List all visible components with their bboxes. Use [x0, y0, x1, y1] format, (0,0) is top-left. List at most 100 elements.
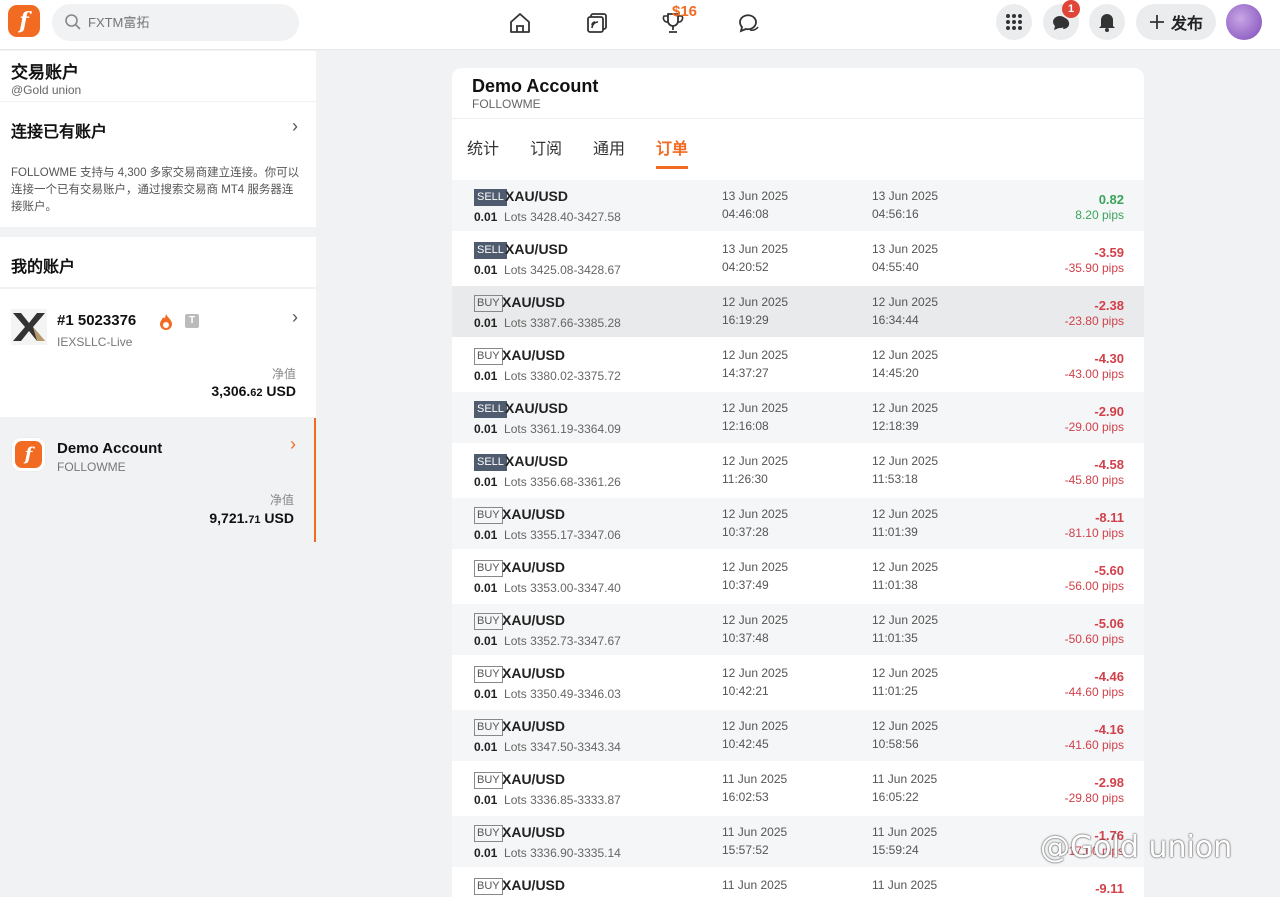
order-row[interactable]: BUY XAU/USD 0.01 Lots 3380.02-3375.72 12 Ju… — [452, 339, 1144, 390]
account-name: Demo Account — [57, 440, 163, 457]
order-lots: 0.01 Lots 3425.08-3428.67 — [474, 263, 621, 277]
tab-general[interactable]: 通用 — [593, 135, 625, 159]
close-time: 12 Jun 2025 16:34:44 — [872, 295, 939, 327]
account-item-live[interactable]: #1 5023376 T › IEXSLLC-Live 净值 3,306.62 … — [0, 289, 316, 417]
order-row[interactable]: BUY XAU/USD 0.01 Lots 3355.17-3347.06 12 Ju… — [452, 498, 1144, 549]
connect-account-card[interactable]: 连接已有账户 › FOLLOWME 支持与 4,300 多家交易商建立连接。你可… — [0, 102, 316, 227]
order-profit: -3.59 — [1094, 245, 1124, 260]
order-profit: -5.60 — [1094, 563, 1124, 578]
user-avatar[interactable] — [1226, 4, 1262, 40]
order-row[interactable]: BUY XAU/USD 0.01 Lots 3352.73-3347.67 12 Ju… — [452, 604, 1144, 655]
account-item-demo[interactable]: f Demo Account › FOLLOWME 净值 9,721.71 US… — [0, 418, 316, 542]
order-symbol: XAU/USD — [502, 294, 566, 310]
bell-icon — [1099, 14, 1115, 32]
open-time: 12 Jun 2025 12:16:08 — [722, 401, 789, 433]
search-input[interactable] — [88, 12, 288, 32]
open-time: 13 Jun 2025 04:46:08 — [722, 189, 789, 221]
order-lots: 0.01 Lots 3380.02-3375.72 — [474, 369, 621, 383]
apps-button[interactable] — [996, 4, 1032, 40]
user-handle: @Gold union — [11, 83, 82, 97]
order-side-badge: BUY — [474, 772, 503, 789]
order-pips: -81.10 pips — [1064, 526, 1124, 540]
order-pips: -43.00 pips — [1064, 367, 1124, 381]
order-side-badge: BUY — [474, 348, 503, 365]
close-time: 12 Jun 2025 11:01:25 — [872, 666, 939, 698]
order-lots: 0.01 Lots 3353.00-3347.40 — [474, 581, 621, 595]
order-profit: -2.98 — [1094, 775, 1124, 790]
order-profit: -4.16 — [1094, 722, 1124, 737]
order-symbol: XAU/USD — [502, 612, 566, 628]
order-side-badge: BUY — [474, 613, 503, 630]
net-value-label: 净值 — [271, 367, 296, 381]
close-time: 13 Jun 2025 04:55:40 — [872, 242, 939, 274]
close-time: 12 Jun 2025 11:01:35 — [872, 613, 939, 645]
order-lots: 0.01 Lots 3387.66-3385.28 — [474, 316, 621, 330]
order-row[interactable]: BUY XAU/USD 0.01 Lots 3350.49-3346.03 12 Ju… — [452, 657, 1144, 708]
my-accounts-label: 我的账户 — [11, 259, 76, 276]
open-time: 12 Jun 2025 11:26:30 — [722, 454, 789, 486]
order-symbol: XAU/USD — [502, 506, 566, 522]
order-row[interactable]: SELL XAU/USD 0.01 Lots 3361.19-3364.09 12 J… — [452, 392, 1144, 443]
chat-icon[interactable] — [736, 10, 762, 36]
order-pips: -50.60 pips — [1064, 632, 1124, 646]
connect-account-label[interactable]: 连接已有账户 — [11, 118, 107, 142]
close-time: 11 Jun 2025 16:05:22 — [872, 772, 938, 804]
order-row[interactable]: BUY XAU/USD 0.01 Lots 3353.00-3347.40 12 Ju… — [452, 551, 1144, 602]
order-pips: -41.60 pips — [1064, 738, 1124, 752]
account-title: Demo Account — [472, 76, 599, 96]
close-time: 12 Jun 2025 12:18:39 — [872, 401, 939, 433]
order-side-badge: SELL — [474, 401, 507, 418]
order-symbol: XAU/USD — [505, 453, 569, 469]
order-symbol: XAU/USD — [502, 877, 566, 893]
tab-bar: 统计 订阅 通用 订单 — [452, 119, 1144, 171]
order-symbol: XAU/USD — [502, 347, 566, 363]
notifications-button[interactable] — [1089, 4, 1125, 40]
home-icon[interactable] — [507, 10, 533, 36]
order-lots: 0.01 Lots 3356.68-3361.26 — [474, 475, 621, 489]
order-row[interactable]: BUY XAU/USD 0.01 Lots 3387.66-3385.28 12 Ju… — [452, 286, 1144, 337]
order-profit: -4.30 — [1094, 351, 1124, 366]
order-pips: -35.90 pips — [1064, 261, 1124, 275]
chevron-right-icon[interactable]: › — [290, 434, 296, 455]
sidebar: 交易账户 @Gold union 连接已有账户 › FOLLOWME 支持与 4… — [0, 51, 316, 897]
fire-icon — [160, 314, 172, 330]
order-pips: -23.80 pips — [1064, 314, 1124, 328]
order-symbol: XAU/USD — [505, 400, 569, 416]
followme-logo[interactable]: f — [8, 5, 40, 37]
order-row[interactable]: BUY XAU/USD 0.01 Lots 3347.50-3343.34 12 Ju… — [452, 710, 1144, 761]
order-row[interactable]: SELL XAU/USD 0.01 Lots 3425.08-3428.67 13 J… — [452, 233, 1144, 284]
order-side-badge: BUY — [474, 825, 503, 842]
followme-f-icon: f — [15, 441, 42, 468]
order-pips: -45.80 pips — [1064, 473, 1124, 487]
order-symbol: XAU/USD — [502, 771, 566, 787]
account-server: IEXSLLC-Live — [57, 335, 133, 349]
search-box[interactable] — [52, 4, 299, 41]
order-side-badge: SELL — [474, 242, 507, 259]
open-time: 12 Jun 2025 10:37:28 — [722, 507, 789, 539]
open-time: 11 Jun 2025 — [722, 878, 788, 892]
order-pips: -29.00 pips — [1064, 420, 1124, 434]
order-pips: -56.00 pips — [1064, 579, 1124, 593]
tab-orders[interactable]: 订单 — [656, 135, 688, 159]
publish-button[interactable]: 发布 — [1136, 4, 1216, 40]
order-row[interactable]: SELL XAU/USD 0.01 Lots 3428.40-3427.58 13 J… — [452, 180, 1144, 231]
order-lots: 0.01 Lots 3347.50-3343.34 — [474, 740, 621, 754]
page-title: 交易账户 — [11, 63, 79, 82]
trading-accounts-header: 交易账户 @Gold union — [0, 51, 316, 101]
chevron-right-icon[interactable]: › — [292, 116, 298, 137]
feed-icon[interactable] — [584, 10, 610, 36]
order-side-badge: BUY — [474, 295, 503, 312]
order-pips: -44.60 pips — [1064, 685, 1124, 699]
chevron-right-icon[interactable]: › — [292, 307, 298, 328]
trophy-reward: $16 — [672, 3, 698, 20]
account-type-tag: T — [185, 314, 199, 328]
close-time: 12 Jun 2025 11:01:39 — [872, 507, 939, 539]
open-time: 13 Jun 2025 04:20:52 — [722, 242, 789, 274]
order-row[interactable]: SELL XAU/USD 0.01 Lots 3356.68-3361.26 12 J… — [452, 445, 1144, 496]
account-panel: Demo Account FOLLOWME 统计 订阅 通用 订单 SELL XA… — [452, 68, 1144, 897]
order-row[interactable]: BUY XAU/USD 0.01 Lots 3336.85-3333.87 11 Ju… — [452, 763, 1144, 814]
order-profit: -4.58 — [1094, 457, 1124, 472]
tab-subscriptions[interactable]: 订阅 — [530, 135, 562, 159]
order-row[interactable]: BUYXAU/USD0.01 Lots 11 Jun 202511 Jun 20… — [452, 869, 1144, 897]
tab-statistics[interactable]: 统计 — [467, 135, 499, 159]
